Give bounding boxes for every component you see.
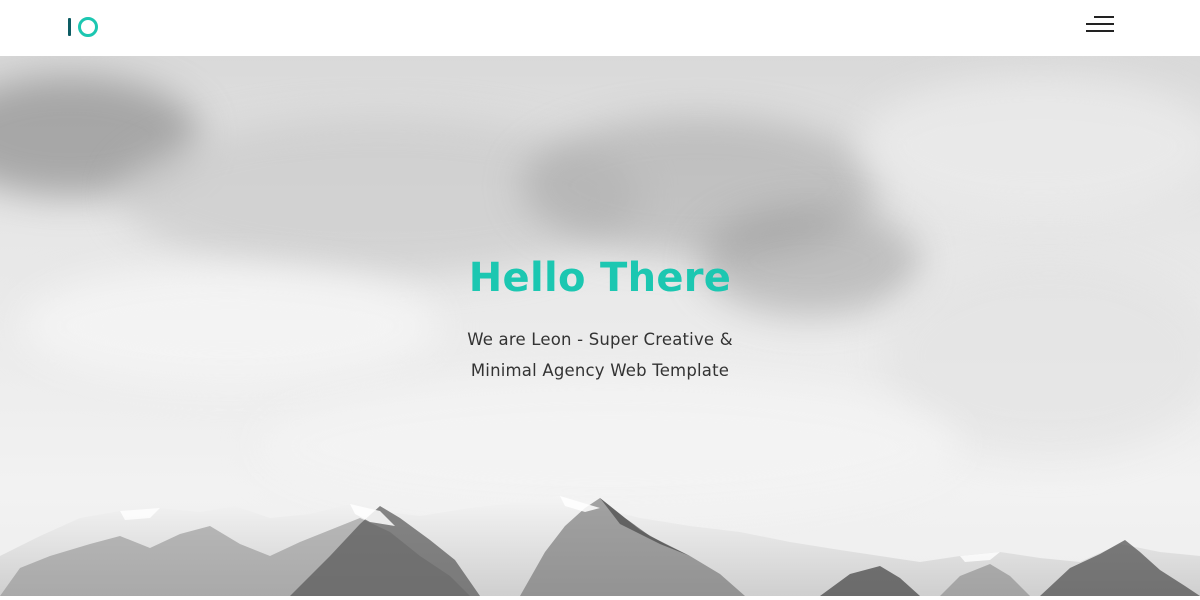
hero-subtitle-line: Minimal Agency Web Template <box>470 361 730 380</box>
logo-bar-shape <box>68 18 71 36</box>
menu-line <box>1086 23 1114 25</box>
top-navbar <box>0 0 1200 56</box>
hero-subtitle-line: We are Leon - Super Creative & <box>467 330 733 349</box>
section-divider <box>0 596 1200 600</box>
logo-ring-shape <box>78 17 98 37</box>
landing-page: Hello There We are Leon - Super Creative… <box>0 0 1200 600</box>
site-logo[interactable] <box>66 14 102 40</box>
hero-title: Hello There <box>468 255 732 301</box>
menu-line <box>1086 30 1114 32</box>
hero-subtitle: We are Leon - Super Creative & Minimal A… <box>0 324 1200 386</box>
menu-line <box>1094 16 1114 18</box>
hero-section: Hello There We are Leon - Super Creative… <box>0 56 1200 596</box>
hamburger-menu-icon[interactable] <box>1084 16 1114 34</box>
hero-content: Hello There We are Leon - Super Creative… <box>0 252 1200 386</box>
